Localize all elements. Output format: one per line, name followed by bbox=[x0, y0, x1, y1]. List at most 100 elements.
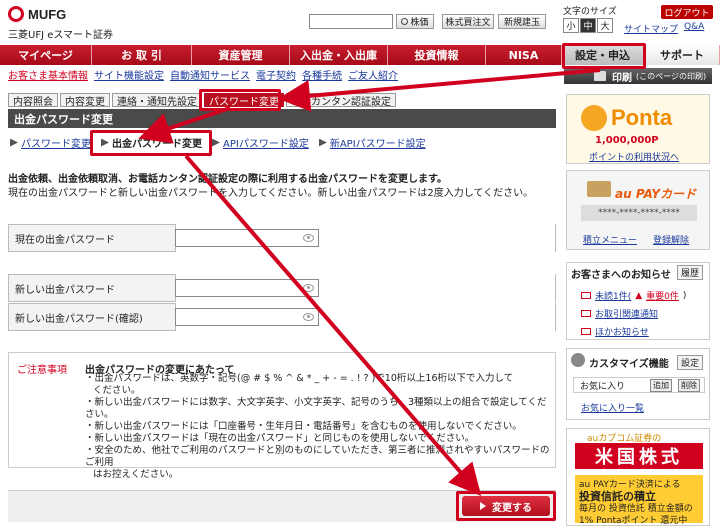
logout-button[interactable]: ログアウト bbox=[661, 5, 713, 19]
sub-navigation: お客さま基本情報 サイト機能設定 自動通知サービス 電子契約 各種手続 ご友人紹… bbox=[0, 67, 556, 83]
mail-icon bbox=[581, 328, 591, 335]
notice-line: はお控えください。 bbox=[93, 469, 179, 480]
current-password-input[interactable] bbox=[175, 229, 319, 247]
settings-tabs: 内容照会 内容変更 連絡・通知先設定 パスワード変更 電話カンタン認証設定 bbox=[8, 93, 396, 108]
description: 出金依頼、出金依頼取消、お電話カンタン認証設定の際に利用する出金パスワードを変更… bbox=[8, 173, 556, 201]
link-api-password[interactable]: APIパスワード設定 bbox=[212, 135, 309, 150]
nav-nisa[interactable]: NISA bbox=[486, 45, 562, 65]
search-icon bbox=[401, 18, 409, 25]
aupay-label: au PAYカード bbox=[615, 187, 697, 201]
ponta-status-link[interactable]: ポイントの利用状況へ bbox=[589, 150, 679, 163]
notice-line: ・新しい出金パスワードには数字、大文字英字、小文字英字、記号のうち、3種類以上の… bbox=[85, 397, 547, 420]
font-size-label: 文字のサイズ bbox=[563, 7, 617, 17]
notice-line: ・新しい出金パスワードは「現在の出金パスワード」と同じものを使用しないでください… bbox=[85, 433, 475, 444]
font-size-small[interactable]: 小 bbox=[563, 18, 579, 33]
tab-contact[interactable]: 連絡・通知先設定 bbox=[112, 93, 202, 108]
notice-line: ・安全のため、他社でご利用のパスワードと別のものにしていただき、第三者に推測され… bbox=[85, 445, 550, 468]
ad-fund-promo: au PAYカード決済による 投資信託の積立 毎月の 投資信託 積立金額の 1%… bbox=[575, 475, 703, 526]
gear-icon bbox=[571, 353, 585, 367]
current-password-label: 現在の出金パスワード bbox=[15, 234, 115, 246]
link-password-change[interactable]: パスワード変更 bbox=[10, 135, 91, 150]
mufg-logo[interactable]: MUFG bbox=[8, 6, 66, 22]
aupay-saving-menu-link[interactable]: 積立メニュー bbox=[583, 233, 637, 246]
ponta-logo: Ponta bbox=[611, 105, 673, 130]
sub-brand: 三菱UFJ eスマート証券 bbox=[8, 30, 114, 41]
notice-other[interactable]: ほかお知らせ bbox=[581, 325, 649, 338]
notice-line: ・新しい出金パスワードには「口座番号・生年月日・電話番号」を含むものを使用しない… bbox=[85, 421, 522, 432]
confirm-password-row: 新しい出金パスワード(確認) bbox=[8, 303, 556, 331]
aupay-unregister-link[interactable]: 登録解除 bbox=[653, 233, 689, 246]
favorites-list-link[interactable]: お気に入り一覧 bbox=[581, 401, 644, 414]
description-line2: 現在の出金パスワードと新しい出金パスワードを入力してください。新しい出金パスワー… bbox=[8, 188, 534, 199]
ponta-box: Ponta 1,000,000P ポイントの利用状況へ bbox=[566, 94, 710, 164]
favorite-delete-button[interactable]: 削除 bbox=[678, 378, 700, 392]
arrow-right-icon bbox=[480, 502, 486, 510]
promo-banner[interactable]: auカブコム証券の 米国株式 au PAYカード決済による 投資信託の積立 毎月… bbox=[566, 428, 710, 526]
subnav-basic-info[interactable]: お客さま基本情報 bbox=[8, 67, 88, 83]
notice-line: ・出金パスワードは、英数字・記号(@ # $ % ^ & * _ + - = .… bbox=[85, 373, 514, 384]
stock-price-button[interactable]: 株価 bbox=[396, 14, 434, 29]
new-password-row: 新しい出金パスワード bbox=[8, 274, 556, 302]
warning-icon: ▲ bbox=[635, 290, 643, 301]
tab-password-change[interactable]: パスワード変更 bbox=[204, 93, 284, 108]
arrow-right-icon bbox=[212, 138, 220, 147]
favorite-add-button[interactable]: 追加 bbox=[650, 378, 672, 392]
notice-unread[interactable]: 未読1件(▲ 重要0件) bbox=[581, 289, 686, 302]
notice-line: ください。 bbox=[93, 385, 141, 396]
credit-card-icon bbox=[587, 181, 611, 197]
section-title: 出金パスワード変更 bbox=[8, 109, 556, 128]
arrow-right-icon bbox=[318, 138, 327, 147]
submit-button[interactable]: 変更する bbox=[462, 496, 550, 516]
eye-icon[interactable] bbox=[303, 234, 314, 242]
sitemap-link[interactable]: サイトマップ bbox=[624, 22, 678, 35]
eye-icon[interactable] bbox=[303, 284, 314, 292]
nav-settings[interactable]: 設定・申込 bbox=[562, 45, 644, 65]
mail-icon bbox=[581, 310, 591, 317]
subnav-site-settings[interactable]: サイト機能設定 bbox=[94, 67, 164, 83]
nav-investment-info[interactable]: 投資情報 bbox=[388, 45, 486, 65]
eye-icon[interactable] bbox=[303, 313, 314, 321]
notice-label: ご注意事項 bbox=[17, 365, 67, 376]
confirm-password-label: 新しい出金パスワード(確認) bbox=[15, 313, 143, 325]
qa-link[interactable]: Q&A bbox=[684, 22, 704, 35]
brand-name: MUFG bbox=[28, 6, 67, 22]
subnav-friend-referral[interactable]: ご友人紹介 bbox=[348, 67, 398, 83]
tab-phone-auth[interactable]: 電話カンタン認証設定 bbox=[286, 93, 396, 108]
customize-title: カスタマイズ機能 bbox=[589, 359, 669, 370]
customize-box: カスタマイズ機能 設定 お気に入り 追加 削除 お気に入り一覧 bbox=[566, 348, 710, 420]
stock-buy-order-button[interactable]: 株式買注文 bbox=[442, 14, 494, 29]
subnav-procedures[interactable]: 各種手続 bbox=[302, 67, 342, 83]
notice-body: ・出金パスワードは、英数字・記号(@ # $ % ^ & * _ + - = .… bbox=[85, 373, 553, 481]
link-withdrawal-password[interactable]: 出金パスワード変更 bbox=[101, 135, 202, 150]
top-links: サイトマップ Q&A bbox=[624, 22, 704, 35]
tab-inquiry[interactable]: 内容照会 bbox=[8, 93, 58, 108]
subnav-e-contract[interactable]: 電子契約 bbox=[256, 67, 296, 83]
new-position-button[interactable]: 新規建玉 bbox=[498, 14, 546, 29]
mail-icon bbox=[581, 292, 591, 299]
ad-us-stocks: 米国株式 bbox=[575, 443, 703, 469]
link-new-api-password[interactable]: 新APIパスワード設定 bbox=[318, 135, 426, 150]
customize-setting-button[interactable]: 設定 bbox=[677, 355, 704, 370]
notice-box: ご注意事項 出金パスワードの変更にあたって ・出金パスワードは、英数字・記号(@… bbox=[8, 352, 556, 480]
print-button[interactable]: 印刷 (このページの印刷) bbox=[564, 68, 712, 84]
mufg-logo-icon bbox=[8, 6, 24, 22]
font-size-large[interactable]: 大 bbox=[597, 18, 613, 33]
nav-support[interactable]: サポート bbox=[644, 45, 720, 65]
new-password-input[interactable] bbox=[175, 279, 319, 297]
nav-trade[interactable]: お 取 引 bbox=[92, 45, 192, 65]
ponta-mascot-icon bbox=[581, 105, 607, 131]
main-navigation: マイページ お 取 引 資産管理 入出金・入出庫 投資情報 NISA 設定・申込… bbox=[0, 45, 720, 65]
nav-deposit-withdrawal[interactable]: 入出金・入出庫 bbox=[290, 45, 388, 65]
favorites-row: お気に入り 追加 削除 bbox=[573, 377, 705, 393]
nav-asset-management[interactable]: 資産管理 bbox=[192, 45, 290, 65]
notice-trade[interactable]: お取引関連通知 bbox=[581, 307, 658, 320]
current-password-row: 現在の出金パスワード bbox=[8, 224, 556, 252]
subnav-auto-notify[interactable]: 自動通知サービス bbox=[170, 67, 250, 83]
nav-mypage[interactable]: マイページ bbox=[0, 45, 92, 65]
confirm-password-input[interactable] bbox=[175, 308, 319, 326]
notices-title: お客さまへのお知らせ bbox=[571, 270, 671, 281]
stock-search-input[interactable] bbox=[309, 14, 393, 29]
font-size-medium[interactable]: 中 bbox=[580, 18, 596, 33]
notices-history-button[interactable]: 履歴 bbox=[677, 265, 704, 280]
tab-change[interactable]: 内容変更 bbox=[60, 93, 110, 108]
